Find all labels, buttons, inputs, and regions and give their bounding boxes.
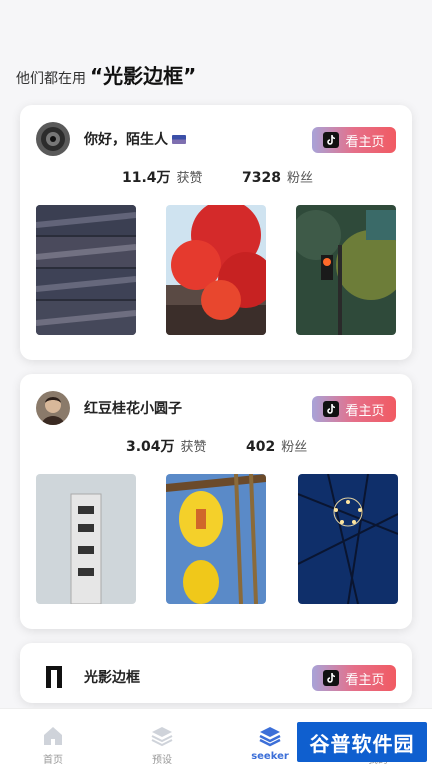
tab-presets[interactable]: 预设 — [132, 725, 192, 766]
photo-night-branches[interactable] — [298, 474, 398, 604]
user-card: 你好，陌生人 看主页 11.4万 获赞 7328 粉丝 — [20, 105, 412, 360]
stack-icon — [240, 725, 300, 747]
card-header: 红豆桂花小圆子 — [36, 391, 182, 425]
header-brand: “光影边框” — [90, 64, 197, 88]
tab-presets-label: 预设 — [152, 755, 172, 766]
layers-icon — [132, 725, 192, 747]
header-prefix: 他们都在用 — [16, 71, 86, 87]
view-homepage-label: 看主页 — [345, 134, 385, 150]
fans-stat: 7328 粉丝 — [242, 167, 313, 186]
fans-label: 粉丝 — [286, 171, 313, 186]
photo-grid — [36, 205, 396, 335]
user-card: 光影边框 看主页 — [20, 643, 412, 703]
flag-icon — [172, 134, 186, 144]
watermark-text: 谷普软件园 — [309, 731, 415, 756]
likes-stat: 11.4万 获赞 — [122, 167, 203, 187]
tiktok-icon — [323, 132, 340, 148]
card-header: 你好，陌生人 — [36, 122, 186, 156]
photo-grid — [36, 474, 398, 604]
fans-value: 402 — [246, 439, 276, 455]
photo-lanterns[interactable] — [166, 474, 266, 604]
likes-value: 11.4万 — [122, 170, 171, 186]
view-homepage-button[interactable]: 看主页 — [312, 665, 396, 691]
card-header: 光影边框 — [36, 660, 140, 694]
watermark: 谷普软件园 — [297, 722, 427, 762]
username: 光影边框 — [84, 670, 140, 686]
fans-label: 粉丝 — [281, 440, 308, 455]
photo-milky-way[interactable] — [36, 205, 136, 335]
view-homepage-button[interactable]: 看主页 — [312, 396, 396, 422]
tiktok-icon — [323, 670, 340, 686]
avatar[interactable] — [36, 391, 70, 425]
brand-logo[interactable] — [36, 660, 70, 694]
photo-stone-sign[interactable] — [36, 474, 136, 604]
view-homepage-label: 看主页 — [345, 403, 385, 419]
likes-value: 3.04万 — [126, 439, 175, 455]
photo-traffic-light[interactable] — [296, 205, 396, 335]
fans-stat: 402 粉丝 — [246, 436, 307, 455]
fans-value: 7328 — [242, 170, 281, 186]
username: 你好，陌生人 — [84, 132, 168, 148]
view-homepage-label: 看主页 — [345, 672, 385, 688]
username: 红豆桂花小圆子 — [84, 401, 182, 417]
tab-home[interactable]: 首页 — [23, 725, 83, 766]
likes-label: 获赞 — [176, 171, 203, 186]
view-homepage-button[interactable]: 看主页 — [312, 127, 396, 153]
tiktok-icon — [323, 401, 340, 417]
home-icon — [23, 725, 83, 747]
tab-seeker[interactable]: seeker — [240, 725, 300, 762]
tab-home-label: 首页 — [43, 755, 63, 766]
avatar[interactable] — [36, 122, 70, 156]
user-card: 红豆桂花小圆子 看主页 3.04万 获赞 402 粉丝 — [20, 374, 412, 629]
page-header: 他们都在用 “光影边框” — [16, 60, 196, 89]
tab-seeker-label: seeker — [251, 751, 289, 762]
likes-stat: 3.04万 获赞 — [126, 436, 207, 456]
likes-label: 获赞 — [180, 440, 207, 455]
photo-red-maple[interactable] — [166, 205, 266, 335]
